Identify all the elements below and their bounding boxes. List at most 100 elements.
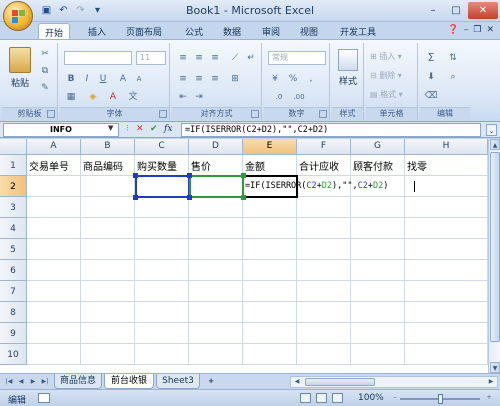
decrease-indent-icon[interactable]: ⇤: [176, 90, 190, 104]
zoom-slider-knob[interactable]: [438, 394, 443, 404]
cell-c5[interactable]: [135, 239, 189, 260]
last-sheet-icon[interactable]: ▶|: [40, 377, 50, 387]
range-handle[interactable]: [187, 195, 192, 200]
row-header-3[interactable]: 3: [0, 197, 27, 218]
zoom-slider[interactable]: [400, 394, 480, 404]
range-handle[interactable]: [241, 195, 246, 200]
scroll-right-icon[interactable]: ▶: [486, 377, 496, 387]
name-box[interactable]: INFO: [3, 123, 119, 137]
cell-a6[interactable]: [27, 260, 81, 281]
fill-icon[interactable]: ⬇: [424, 70, 438, 84]
cell-b4[interactable]: [81, 218, 135, 239]
cell-e8[interactable]: [243, 302, 297, 323]
minimize-button[interactable]: –: [422, 2, 444, 19]
wrap-text-icon[interactable]: ↵: [244, 51, 258, 65]
cell-e7[interactable]: [243, 281, 297, 302]
page-break-view-icon[interactable]: [332, 393, 343, 403]
cell-b1[interactable]: 商品编码: [81, 155, 135, 176]
currency-icon[interactable]: ¥: [268, 72, 282, 86]
cell-b3[interactable]: [81, 197, 135, 218]
cell-d1[interactable]: 售价: [189, 155, 243, 176]
cell-g10[interactable]: [351, 344, 405, 365]
row-header-6[interactable]: 6: [0, 260, 27, 281]
percent-icon[interactable]: %: [286, 72, 300, 86]
page-layout-view-icon[interactable]: [316, 393, 327, 403]
insert-cells-button[interactable]: ⊞ 插入 ▾: [370, 51, 402, 62]
column-header-b[interactable]: B: [81, 139, 135, 155]
cell-b9[interactable]: [81, 323, 135, 344]
column-header-d[interactable]: D: [189, 139, 243, 155]
tab-home[interactable]: 开始: [38, 23, 71, 40]
dialog-launcher-icon[interactable]: [159, 110, 167, 118]
cell-g7[interactable]: [351, 281, 405, 302]
cell-f3[interactable]: [297, 197, 351, 218]
column-header-h[interactable]: H: [405, 139, 488, 155]
format-painter-icon[interactable]: ✎: [38, 81, 52, 95]
select-all-button[interactable]: [0, 139, 27, 155]
cell-g8[interactable]: [351, 302, 405, 323]
next-sheet-icon[interactable]: ▶: [28, 377, 38, 387]
cell-c8[interactable]: [135, 302, 189, 323]
normal-view-icon[interactable]: [300, 393, 311, 403]
cell-h3[interactable]: [405, 197, 488, 218]
row-header-4[interactable]: 4: [0, 218, 27, 239]
help-icon[interactable]: ❓: [448, 25, 459, 35]
increase-indent-icon[interactable]: ⇥: [192, 90, 206, 104]
sheet-tab-products[interactable]: 商品信息: [54, 374, 102, 389]
first-sheet-icon[interactable]: |◀: [4, 377, 14, 387]
cell-f5[interactable]: [297, 239, 351, 260]
sheet-tab-checkout[interactable]: 前台收银: [104, 374, 154, 389]
cell-h9[interactable]: [405, 323, 488, 344]
reference-range-d2[interactable]: [189, 175, 244, 198]
cell-c3[interactable]: [135, 197, 189, 218]
horizontal-scrollbar[interactable]: ◀ ▶: [290, 376, 498, 388]
decrease-decimal-icon[interactable]: .00: [292, 90, 306, 104]
cell-d4[interactable]: [189, 218, 243, 239]
cell-c9[interactable]: [135, 323, 189, 344]
expand-formula-bar-icon[interactable]: ⌄: [486, 124, 497, 136]
close-button[interactable]: ✕: [468, 2, 498, 19]
cell-a3[interactable]: [27, 197, 81, 218]
fill-color-icon[interactable]: ◈: [86, 90, 100, 104]
row-header-5[interactable]: 5: [0, 239, 27, 260]
row-header-10[interactable]: 10: [0, 344, 27, 365]
cell-d7[interactable]: [189, 281, 243, 302]
tab-page-layout[interactable]: 页面布局: [126, 25, 162, 38]
tab-view[interactable]: 视图: [300, 25, 318, 38]
column-header-f[interactable]: F: [297, 139, 351, 155]
paste-button[interactable]: 粘贴: [6, 47, 34, 89]
cell-a1[interactable]: 交易单号: [27, 155, 81, 176]
cell-e10[interactable]: [243, 344, 297, 365]
cell-d9[interactable]: [189, 323, 243, 344]
cell-c1[interactable]: 购买数量: [135, 155, 189, 176]
cell-e6[interactable]: [243, 260, 297, 281]
cell-g3[interactable]: [351, 197, 405, 218]
name-box-dropdown-icon[interactable]: ▼: [108, 124, 113, 132]
cell-f10[interactable]: [297, 344, 351, 365]
align-top-icon[interactable]: ≡: [176, 51, 190, 65]
cell-e4[interactable]: [243, 218, 297, 239]
horizontal-scroll-thumb[interactable]: [305, 378, 375, 386]
phonetic-icon[interactable]: 文: [126, 90, 140, 104]
font-color-icon[interactable]: A: [106, 90, 120, 104]
column-header-g[interactable]: G: [351, 139, 405, 155]
macro-record-icon[interactable]: [38, 393, 50, 403]
cell-d8[interactable]: [189, 302, 243, 323]
cell-d3[interactable]: [189, 197, 243, 218]
worksheet-grid[interactable]: A B C D E F G H 1 2 3 4 5 6 7 8 9 10 交易单…: [0, 139, 488, 373]
cell-c6[interactable]: [135, 260, 189, 281]
cell-h10[interactable]: [405, 344, 488, 365]
sort-filter-icon[interactable]: ⇅: [446, 51, 460, 65]
cell-b2[interactable]: [81, 176, 135, 197]
range-handle[interactable]: [241, 173, 246, 178]
cell-d5[interactable]: [189, 239, 243, 260]
row-header-8[interactable]: 8: [0, 302, 27, 323]
cell-e1[interactable]: 金额: [243, 155, 297, 176]
tab-data[interactable]: 数据: [223, 25, 241, 38]
maximize-button[interactable]: □: [445, 2, 467, 19]
vertical-scroll-thumb[interactable]: [490, 152, 500, 342]
formula-input[interactable]: =IF(ISERROR(C2+D2),"",C2+D2): [181, 123, 481, 137]
cell-f8[interactable]: [297, 302, 351, 323]
cell-h2[interactable]: [405, 176, 488, 197]
cell-e9[interactable]: [243, 323, 297, 344]
